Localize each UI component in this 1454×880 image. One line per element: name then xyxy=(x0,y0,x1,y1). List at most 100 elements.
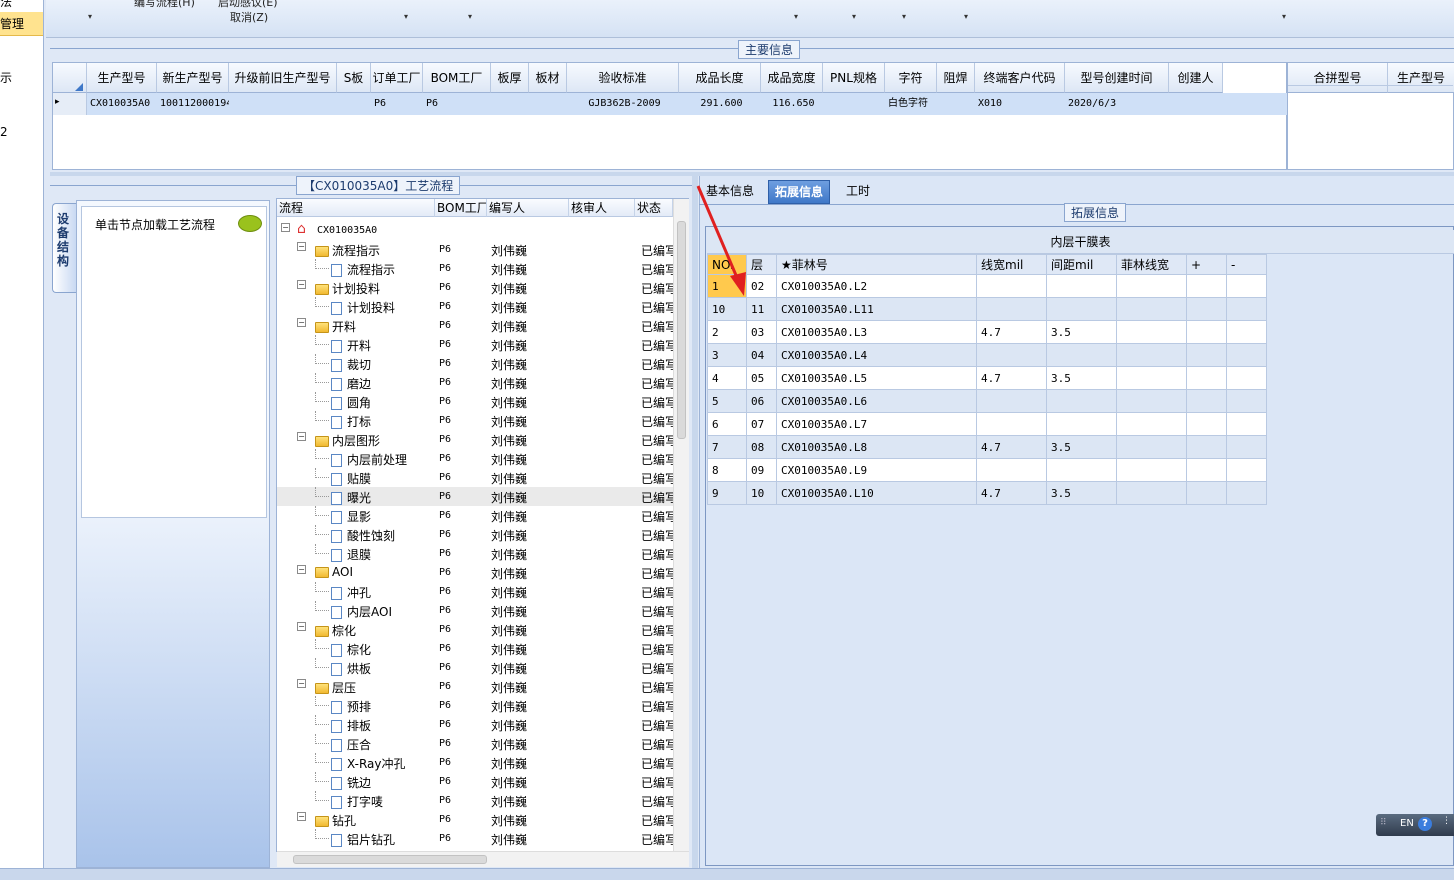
tree-node-group[interactable]: − 流程指示 P6 刘伟巍 已编写 xyxy=(277,240,673,259)
tree-node-step[interactable]: 预排 P6 刘伟巍 已编写 xyxy=(277,696,673,715)
grid-cell[interactable]: 2 xyxy=(707,321,747,344)
grid-cell[interactable] xyxy=(1187,298,1227,321)
grid-cell[interactable]: 7 xyxy=(707,436,747,459)
tree-node-group[interactable]: − 计划投料 P6 刘伟巍 已编写 xyxy=(277,278,673,297)
column-header[interactable]: BOM工厂 xyxy=(423,63,491,93)
help-icon[interactable]: ? xyxy=(1418,817,1432,831)
grid-cell[interactable]: CX010035A0.L8 xyxy=(777,436,977,459)
grid-cell[interactable]: 4.7 xyxy=(977,436,1047,459)
grid-cell[interactable] xyxy=(491,93,529,115)
collapse-toggle-icon[interactable]: − xyxy=(297,622,306,631)
collapse-toggle-icon[interactable]: − xyxy=(297,679,306,688)
grid-cell[interactable]: 09 xyxy=(747,459,777,482)
collapse-toggle-icon[interactable]: − xyxy=(281,223,290,232)
grid-cell[interactable] xyxy=(977,390,1047,413)
grid-cell[interactable] xyxy=(529,93,567,115)
column-header[interactable]: + xyxy=(1187,254,1227,275)
chevron-down-icon[interactable]: ▾ xyxy=(404,12,408,21)
nav-item[interactable]: 2 xyxy=(0,122,43,142)
grid-cell[interactable] xyxy=(977,344,1047,367)
grid-cell[interactable] xyxy=(1227,390,1267,413)
tree-node-step[interactable]: 贴膜 P6 刘伟巍 已编写 xyxy=(277,468,673,487)
grid-cell[interactable] xyxy=(1117,436,1187,459)
grid-cell[interactable] xyxy=(1227,436,1267,459)
grid-cell[interactable]: CX010035A0.L10 xyxy=(777,482,977,505)
tree-node-step[interactable]: 计划投料 P6 刘伟巍 已编写 xyxy=(277,297,673,316)
tree-node-step[interactable]: 烘板 P6 刘伟巍 已编写 xyxy=(277,658,673,677)
grid-cell[interactable]: 6 xyxy=(707,413,747,436)
tab-extended-info[interactable]: 拓展信息 xyxy=(768,180,831,204)
ime-options-icon[interactable]: ⋮ xyxy=(1442,816,1451,826)
collapse-toggle-icon[interactable]: − xyxy=(297,565,306,574)
grid-cell[interactable] xyxy=(1187,367,1227,390)
ime-language[interactable]: EN xyxy=(1400,818,1414,829)
grid-cell[interactable]: 06 xyxy=(747,390,777,413)
column-header[interactable]: 阻焊 xyxy=(937,63,975,93)
grid-cell[interactable]: 05 xyxy=(747,367,777,390)
grid-cell[interactable]: CX010035A0.L6 xyxy=(777,390,977,413)
tree-node-group[interactable]: − 开料 P6 刘伟巍 已编写 xyxy=(277,316,673,335)
grid-cell[interactable] xyxy=(1227,321,1267,344)
grid-cell[interactable] xyxy=(977,298,1047,321)
tree-node-step[interactable]: X-Ray冲孔 P6 刘伟巍 已编写 xyxy=(277,753,673,772)
collapse-toggle-icon[interactable]: − xyxy=(297,280,306,289)
grid-cell[interactable] xyxy=(977,459,1047,482)
grid-cell[interactable] xyxy=(1227,482,1267,505)
column-header[interactable]: 字符 xyxy=(885,63,937,93)
grid-cell[interactable] xyxy=(1117,413,1187,436)
tree-node-step[interactable]: 内层AOI P6 刘伟巍 已编写 xyxy=(277,601,673,620)
grid-cell[interactable]: 291.600 xyxy=(679,93,761,115)
tree-node-step[interactable]: 曝光 P6 刘伟巍 已编写 xyxy=(277,487,673,506)
tree-node-step[interactable]: 棕化 P6 刘伟巍 已编写 xyxy=(277,639,673,658)
column-header[interactable]: 型号创建时间 xyxy=(1065,63,1169,93)
column-header[interactable]: 板厚 xyxy=(491,63,529,93)
scroll-thumb[interactable] xyxy=(293,855,487,864)
collapse-toggle-icon[interactable]: − xyxy=(297,432,306,441)
grid-cell[interactable]: 4.7 xyxy=(977,321,1047,344)
column-header[interactable]: 间距mil xyxy=(1047,254,1117,275)
grid-cell[interactable]: 10 xyxy=(747,482,777,505)
grid-cell[interactable] xyxy=(1227,413,1267,436)
grid-cell[interactable] xyxy=(937,93,975,115)
grid-cell[interactable] xyxy=(1117,275,1187,298)
column-header[interactable]: 合拼型号 xyxy=(1288,63,1388,93)
tree-node-group[interactable]: − 内层图形 P6 刘伟巍 已编写 xyxy=(277,430,673,449)
grid-cell[interactable]: CX010035A0.L3 xyxy=(777,321,977,344)
grid-cell[interactable]: P6 xyxy=(371,93,423,115)
column-header[interactable]: 成品宽度 xyxy=(761,63,823,93)
grid-cell[interactable]: 03 xyxy=(747,321,777,344)
grid-cell[interactable] xyxy=(1117,390,1187,413)
tree-node-step[interactable]: 冲孔 P6 刘伟巍 已编写 xyxy=(277,582,673,601)
grid-cell[interactable]: 08 xyxy=(747,436,777,459)
column-header[interactable]: 创建人 xyxy=(1169,63,1223,93)
tree-node-step[interactable]: 压合 P6 刘伟巍 已编写 xyxy=(277,734,673,753)
grid-cell[interactable]: CX010035A0.L9 xyxy=(777,459,977,482)
grid-cell[interactable]: 10 xyxy=(707,298,747,321)
column-header[interactable]: 状态 xyxy=(635,199,673,217)
column-header[interactable]: 生产型号 xyxy=(1388,63,1454,93)
grid-cell[interactable] xyxy=(1117,298,1187,321)
table-row[interactable]: CX010035A010011200019441 P6P6 GJB362B-2009… xyxy=(87,93,1320,115)
column-header[interactable]: 线宽mil xyxy=(977,254,1047,275)
column-header[interactable]: 编写人 xyxy=(487,199,569,217)
grid-cell[interactable] xyxy=(1117,321,1187,344)
grid-cell[interactable]: CX010035A0.L11 xyxy=(777,298,977,321)
tree-node-step[interactable]: 流程指示 P6 刘伟巍 已编写 xyxy=(277,259,673,278)
tree-node-step[interactable]: 打标 P6 刘伟巍 已编写 xyxy=(277,411,673,430)
grid-cell[interactable] xyxy=(1187,413,1227,436)
grid-cell[interactable] xyxy=(1047,390,1117,413)
column-header[interactable]: - xyxy=(1227,254,1267,275)
grid-cell[interactable] xyxy=(1227,344,1267,367)
grid-cell[interactable]: GJB362B-2009 xyxy=(567,93,679,115)
column-header[interactable]: 升级前旧生产型号 xyxy=(229,63,337,93)
tree-node-step[interactable]: 铣边 P6 刘伟巍 已编写 xyxy=(277,772,673,791)
grid-cell[interactable] xyxy=(1117,344,1187,367)
grid-cell[interactable] xyxy=(977,413,1047,436)
scroll-thumb[interactable] xyxy=(677,221,686,439)
vertical-scrollbar[interactable] xyxy=(673,199,689,851)
column-header[interactable]: 生产型号 xyxy=(87,63,157,93)
column-header[interactable]: 成品长度 xyxy=(679,63,761,93)
grid-cell[interactable]: 白色字符 xyxy=(885,93,937,115)
grid-cell[interactable]: 04 xyxy=(747,344,777,367)
grid-cell[interactable]: 8 xyxy=(707,459,747,482)
